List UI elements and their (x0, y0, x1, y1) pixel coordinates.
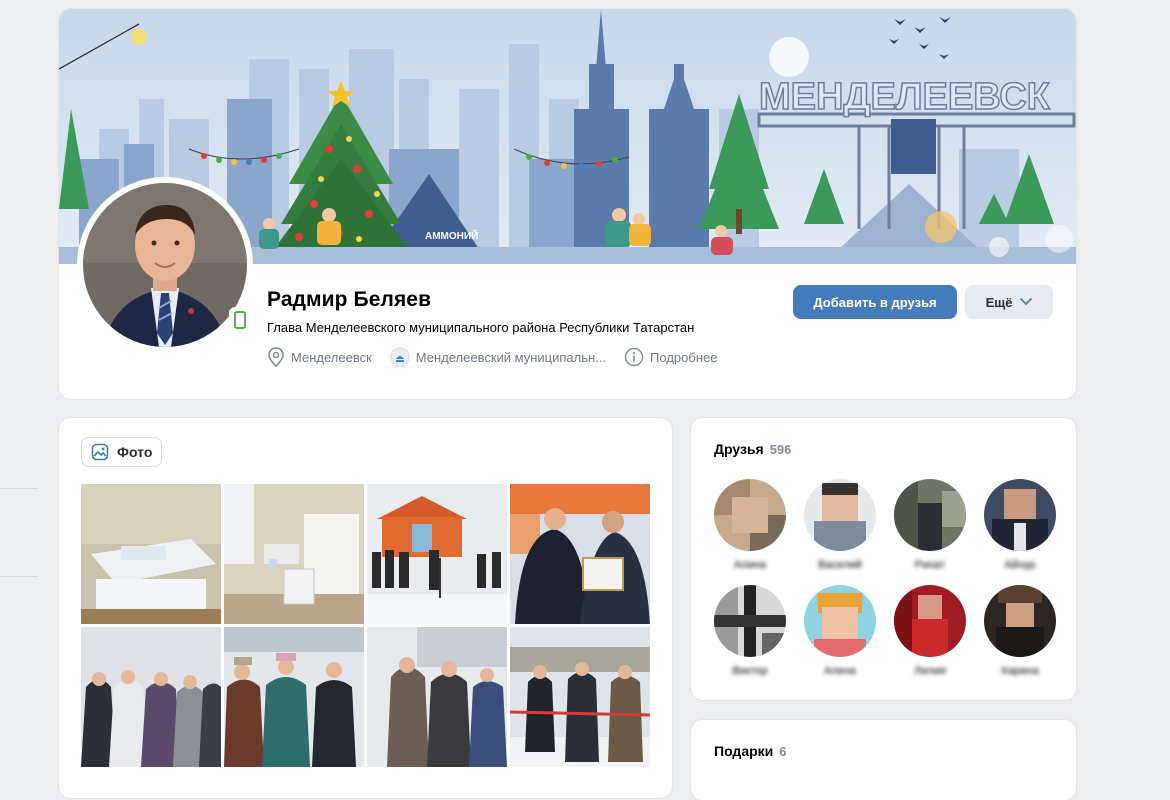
profile-status: Глава Менделеевского муниципального райо… (267, 320, 695, 335)
friend-name: Виктор (732, 665, 768, 677)
friend-avatar (804, 479, 876, 551)
photo-grid (81, 484, 651, 774)
photo-thumbnail[interactable] (510, 627, 650, 767)
tab-photos[interactable]: Фото (81, 437, 163, 467)
friend-avatar (804, 585, 876, 657)
friend-item[interactable]: Айнур (980, 479, 1060, 571)
friend-item[interactable]: Виктор (710, 585, 790, 677)
organization-emblem-icon (390, 347, 410, 367)
profile-city-label: Менделеевск (291, 349, 372, 365)
gifts-card: Подарки 6 (691, 720, 1076, 800)
profile-more-info[interactable]: Подробнее (624, 347, 717, 367)
photo-thumbnail[interactable] (510, 484, 650, 624)
more-actions-button[interactable]: Ещё (965, 285, 1053, 319)
left-nav-edge (0, 0, 40, 780)
profile-city[interactable]: Менделеевск (267, 347, 372, 367)
gifts-title-label: Подарки (714, 743, 774, 759)
chevron-down-icon (1020, 298, 1033, 306)
friend-name: Алина (733, 559, 767, 571)
friend-avatar (984, 585, 1056, 657)
more-actions-label: Ещё (985, 294, 1013, 310)
location-pin-icon (268, 347, 284, 367)
friends-card: Друзья 596 Алина Василий Ринат Айнур Викт… (691, 418, 1076, 700)
friend-name: Лилия (914, 665, 946, 677)
friend-avatar (894, 479, 966, 551)
friends-count: 596 (769, 442, 792, 457)
friend-item[interactable]: Карина (980, 585, 1060, 677)
friend-name: Карина (1001, 665, 1039, 677)
friends-title-label: Друзья (714, 441, 764, 457)
add-friend-button[interactable]: Добавить в друзья (793, 285, 957, 319)
profile-more-info-label: Подробнее (650, 349, 718, 365)
friend-item[interactable]: Василий (800, 479, 880, 571)
photo-thumbnail[interactable] (224, 484, 364, 624)
photo-thumbnail[interactable] (224, 627, 364, 767)
friend-name: Ринат (914, 559, 946, 571)
photo-thumbnail[interactable] (367, 627, 507, 767)
profile-workplace[interactable]: Менделеевский муниципальн... (390, 347, 606, 367)
gifts-title[interactable]: Подарки 6 (714, 743, 787, 759)
mobile-online-icon (229, 307, 251, 333)
tab-photos-label: Фото (117, 444, 153, 460)
photo-thumbnail[interactable] (367, 484, 507, 624)
friend-avatar (714, 479, 786, 551)
profile-avatar-frame (77, 177, 253, 353)
profile-name: Радмир Беляев (267, 288, 432, 311)
friend-name: Василий (818, 559, 862, 571)
friend-item[interactable]: Алина (710, 479, 790, 571)
friend-item[interactable]: Ринат (890, 479, 970, 571)
info-icon (624, 347, 644, 367)
friend-name: Айнур (1004, 559, 1036, 571)
company-logo-text: АММОНИЙ (425, 229, 478, 242)
profile-workplace-label: Менделеевский муниципальн... (415, 349, 607, 365)
photo-thumbnail[interactable] (81, 484, 221, 624)
photos-card: Фото (59, 418, 672, 798)
profile-card: АММОНИЙ МЕНДЕЛЕЕВСК Радмир Беляев Глава … (59, 9, 1076, 399)
profile-meta-row: Менделеевск Менделеевский муниципальн...… (267, 347, 735, 367)
gifts-count: 6 (779, 744, 787, 759)
photo-thumbnail[interactable] (81, 627, 221, 767)
friend-avatar (894, 585, 966, 657)
friend-avatar (984, 479, 1056, 551)
photo-icon (91, 443, 109, 461)
town-sign-text: МЕНДЕЛЕЕВСК (759, 76, 1051, 118)
friend-item[interactable]: Лилия (890, 585, 970, 677)
avatar[interactable] (83, 183, 247, 347)
friend-item[interactable]: Алена (800, 585, 880, 677)
friend-avatar (714, 585, 786, 657)
friends-title[interactable]: Друзья 596 (714, 441, 791, 457)
friend-name: Алена (823, 665, 857, 677)
